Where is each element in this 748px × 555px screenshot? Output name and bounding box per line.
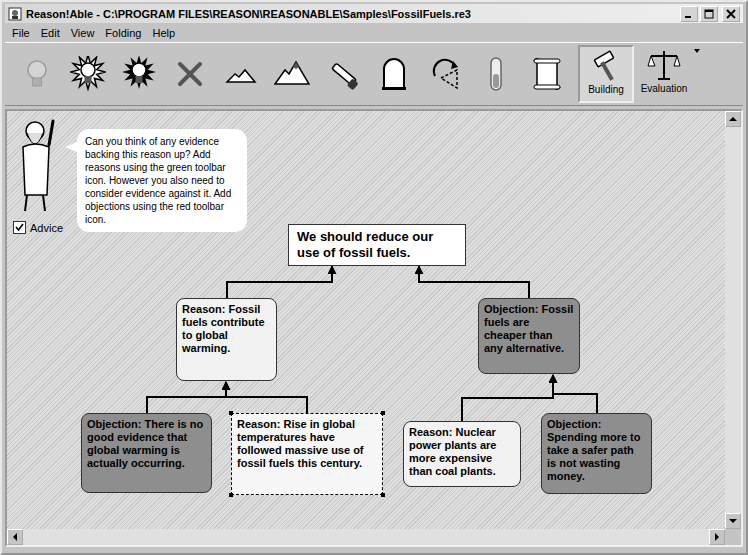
app-icon	[8, 7, 22, 21]
resize-handle[interactable]	[229, 493, 233, 497]
node-label: Reason:	[182, 303, 225, 315]
connector-arrow	[419, 266, 529, 298]
objection-node[interactable]: Objection: Fossil fuels are cheaper than…	[478, 298, 580, 374]
node-label: Reason:	[409, 426, 452, 438]
toolbar-dropdown-arrow[interactable]	[694, 49, 700, 53]
toolbar: Building Evaluation	[5, 42, 743, 106]
node-text: Spending more to take a safer path is no…	[547, 431, 641, 482]
node-label: Objection:	[547, 418, 601, 430]
mountains-tool[interactable]	[270, 52, 314, 96]
checkbox-box[interactable]	[13, 221, 26, 234]
close-icon	[726, 9, 736, 19]
resize-handle[interactable]	[381, 411, 385, 415]
delete-icon	[172, 56, 208, 92]
cycle-tool[interactable]	[423, 52, 467, 96]
bulb-objection-tool[interactable]	[117, 52, 161, 96]
app-window: Reason!Able - C:\PROGRAM FILES\REASON\RE…	[0, 0, 748, 555]
building-mode-button[interactable]: Building	[578, 45, 634, 103]
horizontal-scrollbar[interactable]	[7, 529, 725, 545]
connector-arrow	[462, 375, 553, 421]
node-label: Objection:	[87, 418, 141, 430]
lightbulb-reason-icon	[70, 56, 106, 92]
minimize-icon	[684, 9, 694, 19]
reason-node[interactable]: Reason: Rise in global temperatures have…	[231, 413, 383, 495]
node-label: Objection:	[484, 303, 538, 315]
scroll-up-button[interactable]	[725, 111, 741, 127]
advisor: Advice	[13, 115, 63, 234]
menu-item[interactable]: View	[70, 27, 96, 39]
reason-node[interactable]: Reason: Nuclear power plants are more ex…	[403, 421, 521, 487]
menu-bar: File Edit View Folding Help	[5, 23, 743, 42]
claim-node[interactable]: We should reduce our use of fossil fuels…	[288, 224, 466, 266]
node-label: Reason:	[237, 418, 280, 430]
cycle-arrow-icon	[427, 56, 463, 92]
title-bar: Reason!Able - C:\PROGRAM FILES\REASON\RE…	[5, 4, 743, 23]
menu-item[interactable]: Help	[151, 27, 176, 39]
close-button[interactable]	[722, 6, 740, 22]
mode-label: Evaluation	[641, 83, 688, 94]
resize-handle[interactable]	[381, 493, 385, 497]
hills-tool[interactable]	[219, 52, 263, 96]
scales-icon	[647, 48, 681, 82]
mode-label: Building	[588, 84, 624, 95]
connector-arrow	[226, 382, 307, 413]
advice-bubble: Can you think of any evidence backing th…	[77, 129, 247, 232]
scroll-right-button[interactable]	[709, 529, 725, 545]
scroll-left-button[interactable]	[7, 529, 23, 545]
telescope-icon	[325, 56, 361, 92]
tombstone-tool[interactable]	[372, 52, 416, 96]
tombstone-icon	[376, 56, 412, 92]
minimize-button[interactable]	[680, 6, 698, 22]
scroll-down-button[interactable]	[725, 513, 741, 529]
maximize-button[interactable]	[700, 6, 718, 22]
lightbulb-icon	[19, 56, 55, 92]
advice-checkbox[interactable]: Advice	[13, 221, 63, 234]
workspace: Advice Can you think of any evidence back…	[5, 109, 743, 547]
argument-canvas: Advice Can you think of any evidence back…	[7, 111, 725, 529]
philosopher-icon	[13, 115, 59, 215]
evaluation-mode-button[interactable]: Evaluation	[636, 45, 692, 103]
tube-tool[interactable]	[474, 52, 518, 96]
maximize-icon	[704, 9, 714, 19]
objection-node[interactable]: Objection: Spending more to take a safer…	[541, 413, 652, 494]
mountains-icon	[274, 56, 310, 92]
connector-arrow	[227, 266, 332, 298]
connector-arrow	[147, 382, 226, 413]
bulb-off-tool[interactable]	[15, 52, 59, 96]
bulb-reason-tool[interactable]	[66, 52, 110, 96]
menu-item[interactable]: Folding	[104, 27, 142, 39]
cross-tool[interactable]	[168, 52, 212, 96]
reason-node[interactable]: Reason: Fossil fuels contribute to globa…	[176, 298, 277, 381]
telescope-tool[interactable]	[321, 52, 365, 96]
menu-item[interactable]: Edit	[40, 27, 61, 39]
vertical-scrollbar[interactable]	[725, 111, 741, 529]
checkbox-label: Advice	[30, 222, 63, 234]
scroll-tool[interactable]	[525, 52, 569, 96]
window-title: Reason!Able - C:\PROGRAM FILES\REASON\RE…	[26, 8, 676, 20]
hammer-icon	[589, 49, 623, 83]
menu-item[interactable]: File	[11, 27, 31, 39]
objection-node[interactable]: Objection: There is no good evidence tha…	[81, 413, 212, 493]
lightbulb-objection-icon	[121, 56, 157, 92]
checkmark-icon	[15, 223, 24, 232]
connector-arrow	[553, 375, 597, 413]
scroll-icon	[529, 56, 565, 92]
resize-handle[interactable]	[229, 411, 233, 415]
tube-icon	[478, 56, 514, 92]
hills-icon	[223, 56, 259, 92]
